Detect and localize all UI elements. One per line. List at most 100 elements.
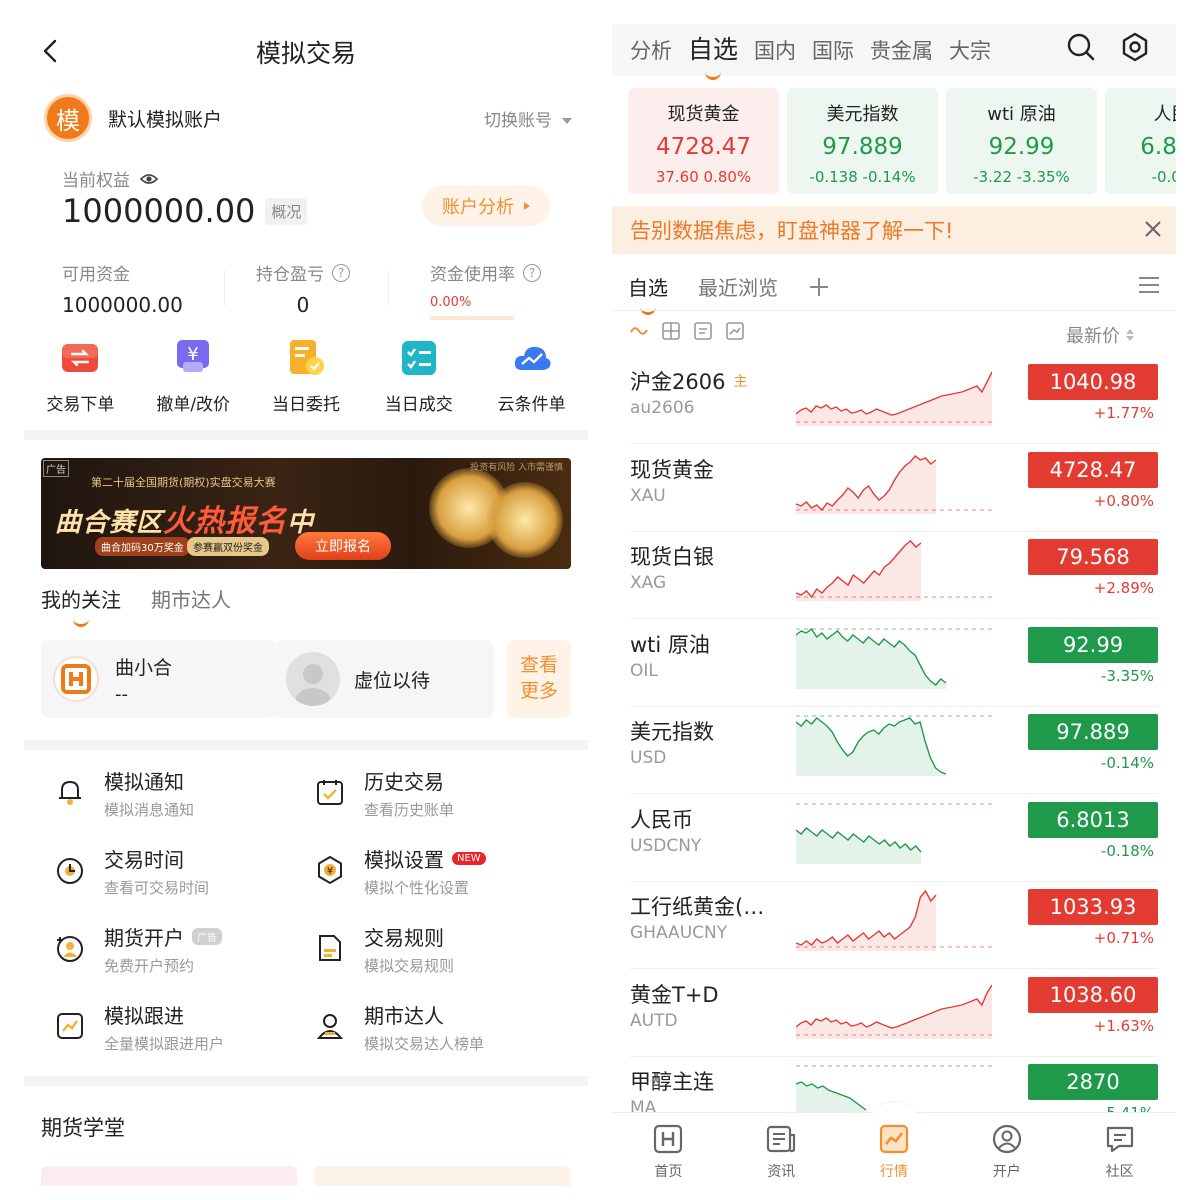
school-card[interactable] (314, 1166, 570, 1186)
watchlist-row[interactable]: 美元指数 USD 97.889 -0.14% (612, 706, 1176, 794)
eye-icon[interactable] (140, 172, 158, 186)
tab-domestic[interactable]: 国内 (754, 35, 796, 65)
divider (388, 270, 389, 306)
nav-community[interactable]: 社区 (1063, 1113, 1176, 1200)
chart-view-icon[interactable] (726, 322, 744, 340)
watchlist-row[interactable]: 现货白银 XAG 79.568 +2.89% (612, 531, 1176, 619)
menu-list-icon[interactable] (1138, 276, 1160, 294)
switch-account-button[interactable]: 切换账号 (484, 106, 572, 131)
help-icon[interactable]: ? (332, 263, 350, 282)
search-icon[interactable] (1066, 32, 1096, 62)
tab-analysis[interactable]: 分析 (630, 35, 672, 65)
nav-label: 行情 (879, 1164, 908, 1180)
promo-notice-bar[interactable]: 告别数据焦虑，盯盘神器了解一下! (612, 206, 1176, 254)
price-box[interactable]: 1040.98 (1028, 364, 1158, 400)
clock-icon (57, 858, 83, 884)
home-icon (654, 1124, 683, 1154)
follow-card-vacant[interactable]: 虚位以待 (274, 640, 494, 718)
price-box[interactable]: 92.99 (1028, 626, 1158, 663)
nav-home[interactable]: 首页 (612, 1113, 725, 1200)
watchlist-row[interactable]: wti 原油 OIL 92.99 -3.35% (612, 619, 1176, 707)
tab-commodities[interactable]: 大宗 (949, 35, 991, 65)
help-icon[interactable]: ? (523, 263, 541, 282)
price-box[interactable]: 2870 (1028, 1064, 1158, 1100)
futures-school-title: 期货学堂 (41, 1116, 125, 1140)
wave-view-icon[interactable] (630, 322, 648, 340)
active-tab-indicator (640, 307, 656, 315)
price-box[interactable]: 79.568 (1028, 539, 1158, 575)
watchlist-row[interactable]: 工行纸黄金(… GHAAUCNY 1033.93 +0.71% (612, 881, 1176, 969)
open-account-icon (992, 1124, 1021, 1154)
watchlist-row[interactable]: 黄金T+D AUTD 1038.60 +1.63% (612, 969, 1176, 1057)
settings-icon: ¥ (318, 855, 342, 885)
nav-news[interactable]: 资讯 (725, 1113, 838, 1200)
tab-futures-experts[interactable]: 期市达人 (151, 584, 231, 613)
tab-international[interactable]: 国际 (812, 35, 854, 65)
school-card[interactable] (41, 1166, 297, 1186)
tab-my-follow[interactable]: 我的关注 (41, 584, 121, 627)
sparkline-chart (796, 371, 992, 426)
tab-watchlist[interactable]: 自选 (688, 30, 738, 80)
instrument-name-row: 工行纸黄金(… (630, 891, 764, 921)
active-tab-indicator (73, 619, 89, 627)
menu-title: 模拟跟进 (104, 1004, 184, 1028)
stat-label-row: 持仓盈亏? (256, 260, 350, 285)
watchlist-row[interactable]: 沪金2606 主 au2606 1040.98 +1.77% (612, 356, 1176, 444)
sparkline-chart (796, 627, 992, 689)
grid-view-icon[interactable] (662, 322, 680, 340)
price-box[interactable]: 1038.60 (1028, 976, 1158, 1013)
banner-headline: 曲合赛区火热报名中 (55, 496, 314, 540)
list-view-icon[interactable] (694, 322, 712, 340)
menu-trading-rules[interactable]: 交易规则 模拟交易规则 (314, 922, 454, 976)
tab-precious-metals[interactable]: 贵金属 (870, 35, 933, 65)
quote-card[interactable]: 美元指数 97.889 -0.138 -0.14% (787, 88, 938, 194)
shortcut-cancel-reprice[interactable]: ¥ 撤单/改价 (137, 338, 250, 415)
quote-card[interactable]: wti 原油 92.99 -3.22 -3.35% (946, 88, 1097, 194)
shortcut-daily-entrust[interactable]: 当日委托 (250, 338, 363, 415)
menu-futures-experts[interactable]: 期市达人 模拟交易达人榜单 (314, 1000, 484, 1054)
banner-signup-button[interactable]: 立即报名 (295, 532, 391, 560)
menu-history-trades[interactable]: 历史交易 查看历史账单 (314, 766, 454, 820)
see-more-button[interactable]: 查看 更多 (507, 640, 571, 718)
menu-sub: 查看可交易时间 (104, 879, 210, 897)
tab-my-watchlist[interactable]: 自选 (628, 272, 668, 315)
close-icon[interactable] (1144, 220, 1162, 238)
price-box[interactable]: 97.889 (1028, 714, 1158, 750)
shortcut-daily-deal[interactable]: 当日成交 (362, 338, 475, 415)
equity-overview-tag[interactable]: 概况 (265, 197, 308, 225)
quote-cards: 现货黄金 4728.47 37.60 0.80% 美元指数 97.889 -0.… (628, 88, 1176, 194)
account-analysis-button[interactable]: 账户分析 (422, 186, 550, 226)
menu-trading-hours[interactable]: 交易时间 查看可交易时间 (54, 844, 209, 898)
competition-ad-banner[interactable]: 广告 第二十届全国期货(期权)实盘交易大赛 曲合赛区火热报名中 曲合加码30万奖… (41, 458, 571, 569)
instrument-name: 现货白银 (630, 545, 714, 569)
stat-label: 资金使用率 (430, 265, 515, 285)
price-box[interactable]: 4728.47 (1028, 451, 1158, 488)
menu-simulated-follow[interactable]: 模拟跟进 全量模拟跟进用户 (54, 1000, 224, 1054)
sort-latest-price-button[interactable]: 最新价 (1066, 322, 1134, 348)
nav-open-account[interactable]: 开户 (950, 1113, 1063, 1200)
price-box[interactable]: 6.8013 (1028, 801, 1158, 838)
instrument-name-row: 现货白银 (630, 541, 714, 571)
follow-card-quxiaohe[interactable]: 曲小合 -- (41, 640, 277, 718)
quote-card[interactable]: 人民币 6.8013 -0.0120 (1105, 88, 1176, 194)
quote-name: 现货黄金 (667, 104, 740, 125)
quote-card[interactable]: 现货黄金 4728.47 37.60 0.80% (628, 88, 779, 194)
market-watchlist-panel: 分析 自选 国内 国际 贵金属 大宗 现货黄金 4728.47 37.60 0.… (612, 0, 1176, 1200)
banner-headline-hot: 火热报名 (163, 504, 288, 539)
menu-futures-account[interactable]: 期货开户 广告 免费开户预约 (54, 922, 222, 976)
shortcut-trade-order[interactable]: 交易下单 (24, 338, 137, 415)
shortcut-label: 当日成交 (384, 395, 453, 415)
nav-market[interactable]: 行情 (838, 1101, 951, 1200)
add-tab-icon[interactable] (808, 276, 830, 298)
tab-recent-views[interactable]: 最近浏览 (698, 272, 778, 301)
instrument-name-row: 沪金2606 主 (630, 366, 747, 396)
nav-label: 首页 (654, 1164, 683, 1180)
price-box[interactable]: 1033.93 (1028, 889, 1158, 925)
stat-label: 持仓盈亏 (256, 265, 324, 285)
watchlist-row[interactable]: 现货黄金 XAU 4728.47 +0.80% (612, 444, 1176, 532)
menu-simulated-notice[interactable]: 模拟通知 模拟消息通知 (54, 766, 194, 820)
watchlist-row[interactable]: 人民币 USDCNY 6.8013 -0.18% (612, 794, 1176, 882)
shortcut-cloud-condition[interactable]: 云条件单 (475, 338, 588, 415)
menu-simulated-settings[interactable]: ¥ 模拟设置 NEW 模拟个性化设置 (314, 844, 486, 898)
settings-hex-icon[interactable] (1120, 32, 1150, 62)
